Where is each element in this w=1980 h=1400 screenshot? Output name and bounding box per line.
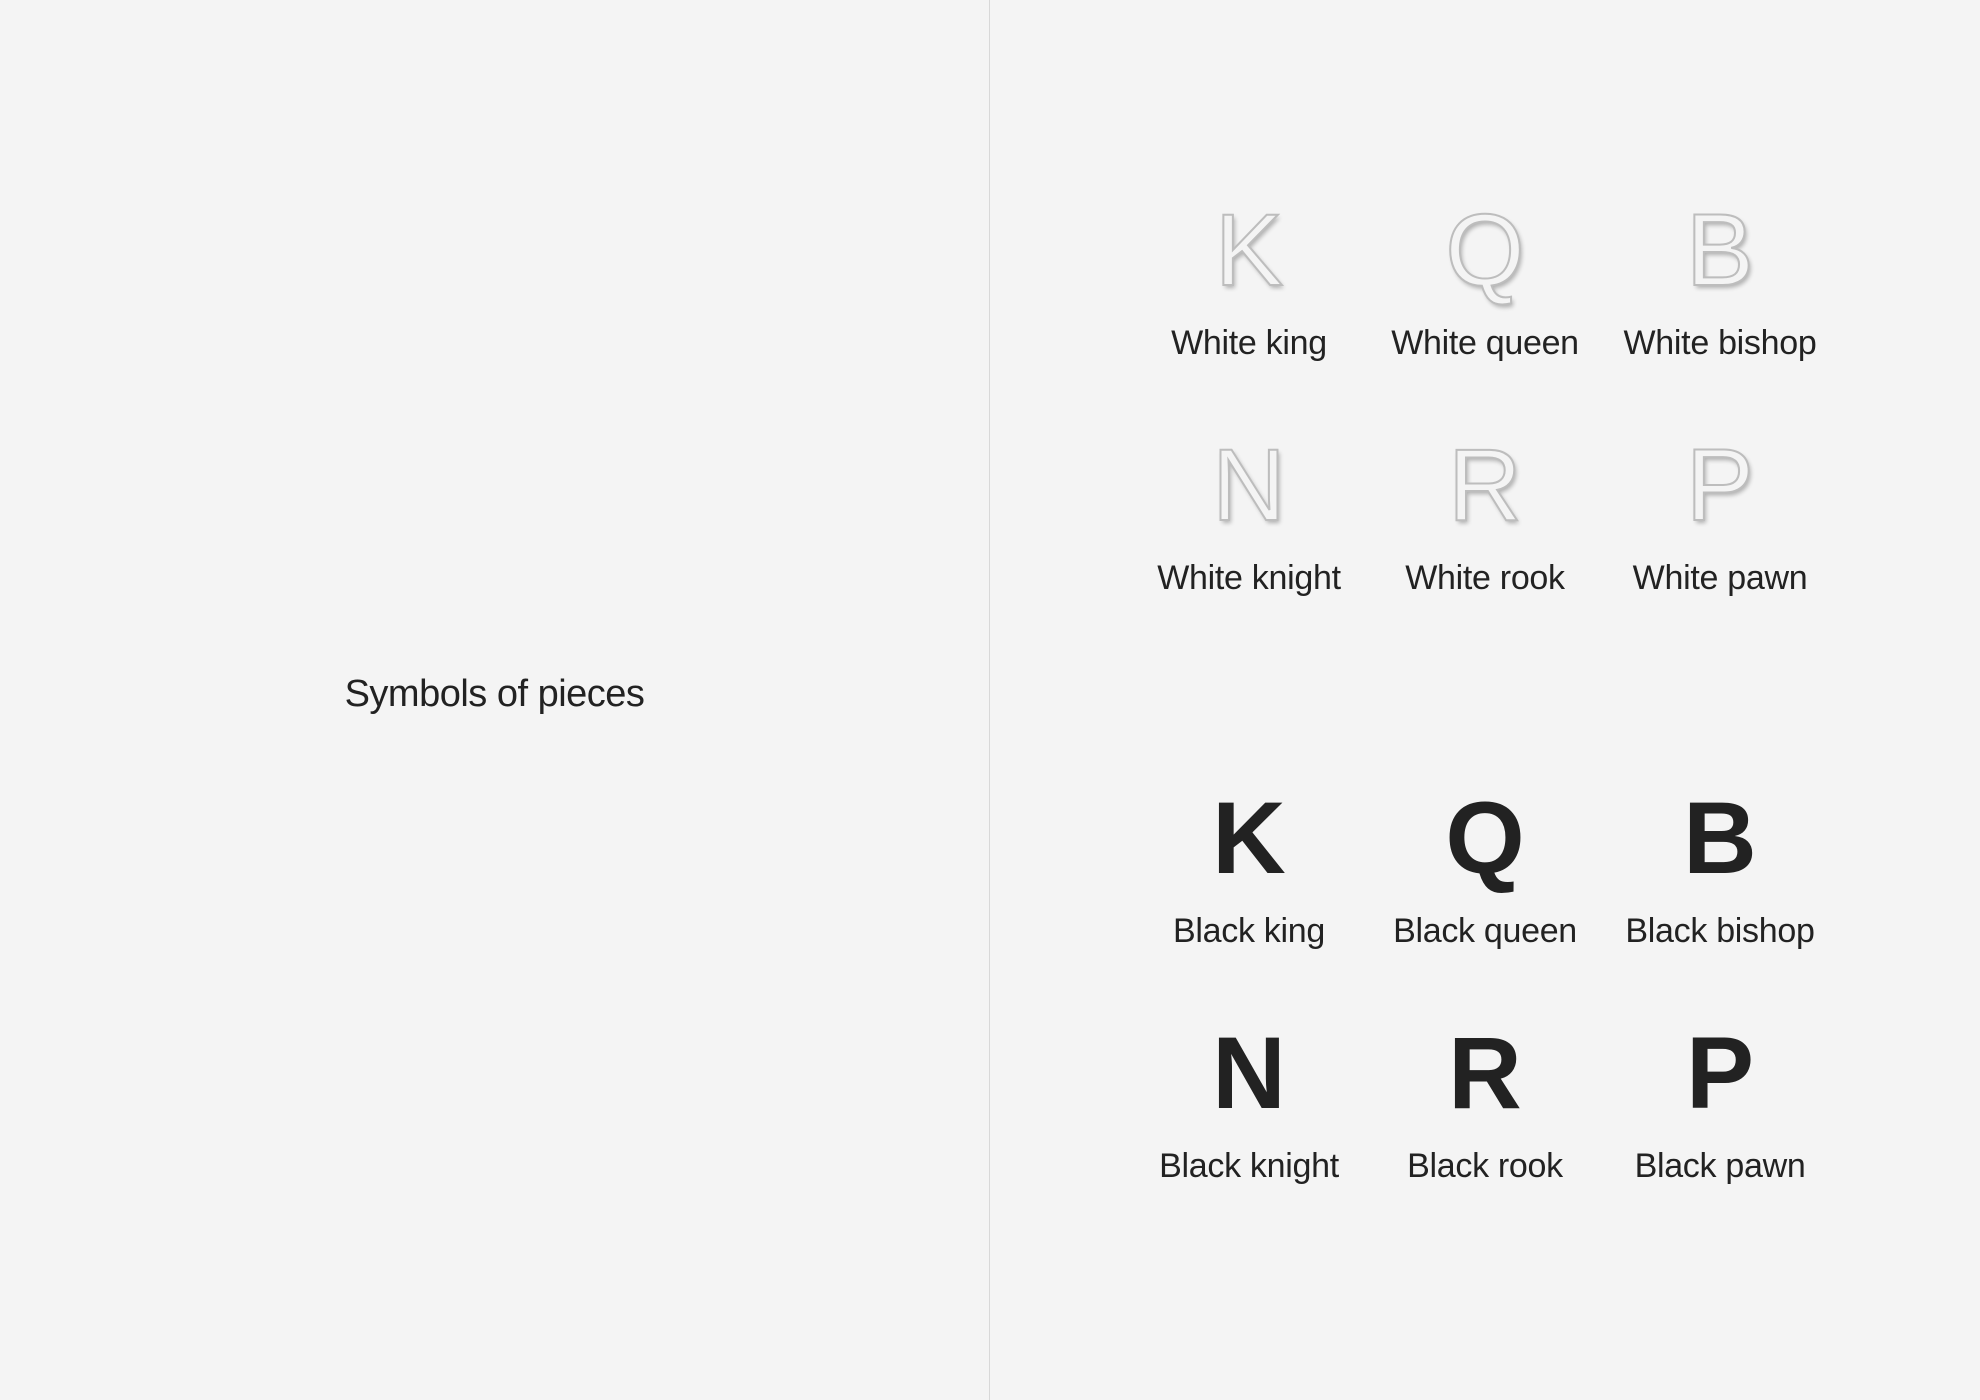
white-knight-symbol: N — [1211, 428, 1287, 542]
black-pieces-row-1: K Black king Q Black queen B Black bisho… — [990, 781, 1980, 1023]
book-spread: Symbols of pieces K White king Q White q… — [0, 0, 1980, 1400]
black-bishop-label: Black bishop — [1625, 912, 1815, 950]
piece-black-knight: N Black knight — [1129, 1016, 1369, 1186]
piece-black-pawn: P Black pawn — [1600, 1016, 1840, 1186]
white-rook-symbol: R — [1447, 428, 1523, 542]
white-bishop-label: White bishop — [1623, 324, 1817, 362]
black-pieces-row-2: N Black knight R Black rook P Black pawn — [990, 1016, 1980, 1258]
white-king-label: White king — [1171, 324, 1327, 362]
black-knight-label: Black knight — [1159, 1147, 1339, 1185]
black-rook-symbol: R — [1448, 1016, 1522, 1130]
white-pawn-label: White pawn — [1632, 559, 1808, 597]
piece-black-rook: R Black rook — [1365, 1016, 1605, 1186]
piece-white-pawn: P White pawn — [1600, 428, 1840, 598]
left-page: Symbols of pieces — [0, 0, 989, 1400]
white-pieces-grid: K White king Q White queen B White bisho… — [990, 193, 1980, 670]
piece-white-rook: R White rook — [1365, 428, 1605, 598]
white-king-symbol: K — [1214, 193, 1284, 307]
black-knight-symbol: N — [1212, 1016, 1286, 1130]
piece-black-bishop: B Black bishop — [1600, 781, 1840, 951]
piece-white-king: K White king — [1129, 193, 1369, 363]
black-pawn-label: Black pawn — [1634, 1147, 1806, 1185]
white-pieces-row-2: N White knight R White rook P White pawn — [990, 428, 1980, 670]
black-pieces-grid: K Black king Q Black queen B Black bisho… — [990, 781, 1980, 1258]
white-queen-label: White queen — [1391, 324, 1579, 362]
black-bishop-symbol: B — [1683, 781, 1757, 895]
piece-white-knight: N White knight — [1129, 428, 1369, 598]
piece-white-queen: Q White queen — [1365, 193, 1605, 363]
piece-white-bishop: B White bishop — [1600, 193, 1840, 363]
white-bishop-symbol: B — [1685, 193, 1755, 307]
right-page: K White king Q White queen B White bisho… — [990, 0, 1980, 1400]
piece-black-queen: Q Black queen — [1365, 781, 1605, 951]
black-rook-label: Black rook — [1407, 1147, 1563, 1185]
black-king-label: Black king — [1173, 912, 1325, 950]
black-queen-label: Black queen — [1393, 912, 1577, 950]
white-pieces-row-1: K White king Q White queen B White bisho… — [990, 193, 1980, 435]
black-pawn-symbol: P — [1685, 1016, 1755, 1130]
white-knight-label: White knight — [1157, 559, 1341, 597]
piece-black-king: K Black king — [1129, 781, 1369, 951]
white-rook-label: White rook — [1405, 559, 1565, 597]
black-queen-symbol: Q — [1445, 781, 1525, 895]
black-king-symbol: K — [1212, 781, 1286, 895]
white-queen-symbol: Q — [1444, 193, 1525, 307]
white-pawn-symbol: P — [1685, 428, 1755, 542]
page-title: Symbols of pieces — [344, 673, 645, 715]
